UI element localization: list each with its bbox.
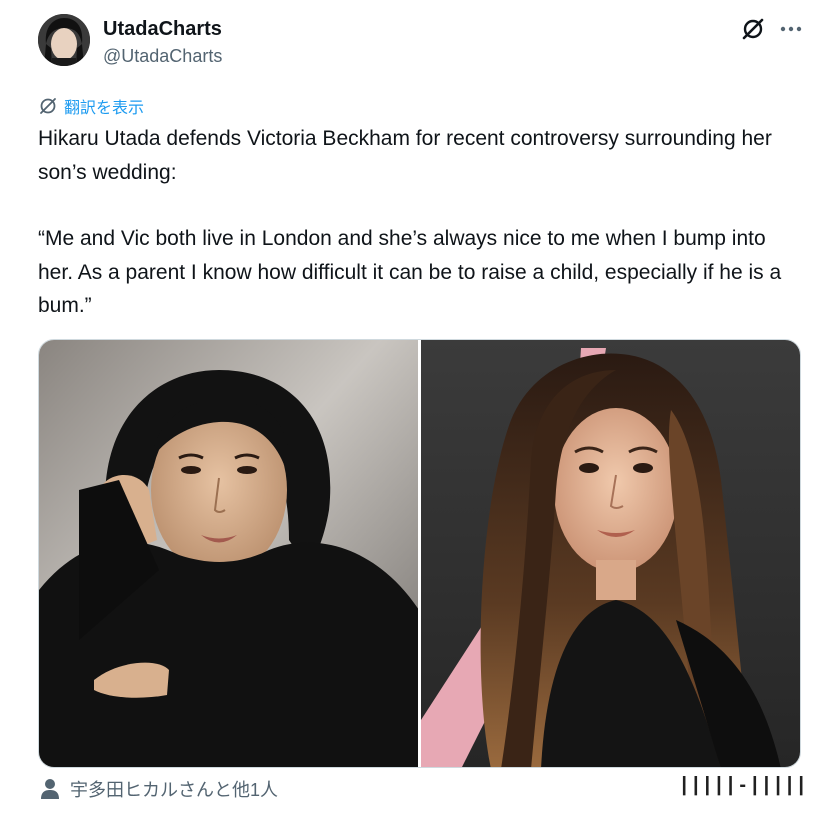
avatar[interactable] bbox=[38, 14, 90, 66]
portrait-photo-left[interactable] bbox=[39, 340, 418, 767]
tagged-label: 宇多田ヒカルさんと他1人 bbox=[70, 780, 279, 800]
media-grid bbox=[38, 339, 801, 768]
tagged-people[interactable]: 宇多田ヒカルさんと他1人 bbox=[40, 776, 278, 802]
tweet-card: UtadaCharts @UtadaCharts 翻訳を表示 Hikaru Ut… bbox=[0, 0, 823, 813]
handle[interactable]: @UtadaCharts bbox=[103, 46, 222, 67]
grok-icon[interactable] bbox=[740, 16, 766, 42]
translate-link[interactable]: 翻訳を表示 bbox=[38, 94, 144, 118]
watermark: | | | | | ‐ | | | | | bbox=[681, 774, 805, 796]
more-icon[interactable] bbox=[778, 16, 804, 42]
display-name[interactable]: UtadaCharts bbox=[103, 18, 222, 41]
tweet-paragraph: “Me and Vic both live in London and she’… bbox=[38, 227, 782, 317]
person-icon bbox=[41, 779, 59, 799]
tweet-text: Hikaru Utada defends Victoria Beckham fo… bbox=[38, 122, 806, 323]
tweet-paragraph: Hikaru Utada defends Victoria Beckham fo… bbox=[38, 127, 772, 184]
translate-label: 翻訳を表示 bbox=[64, 100, 145, 117]
portrait-photo-right[interactable] bbox=[421, 340, 800, 767]
translate-icon bbox=[40, 98, 56, 114]
